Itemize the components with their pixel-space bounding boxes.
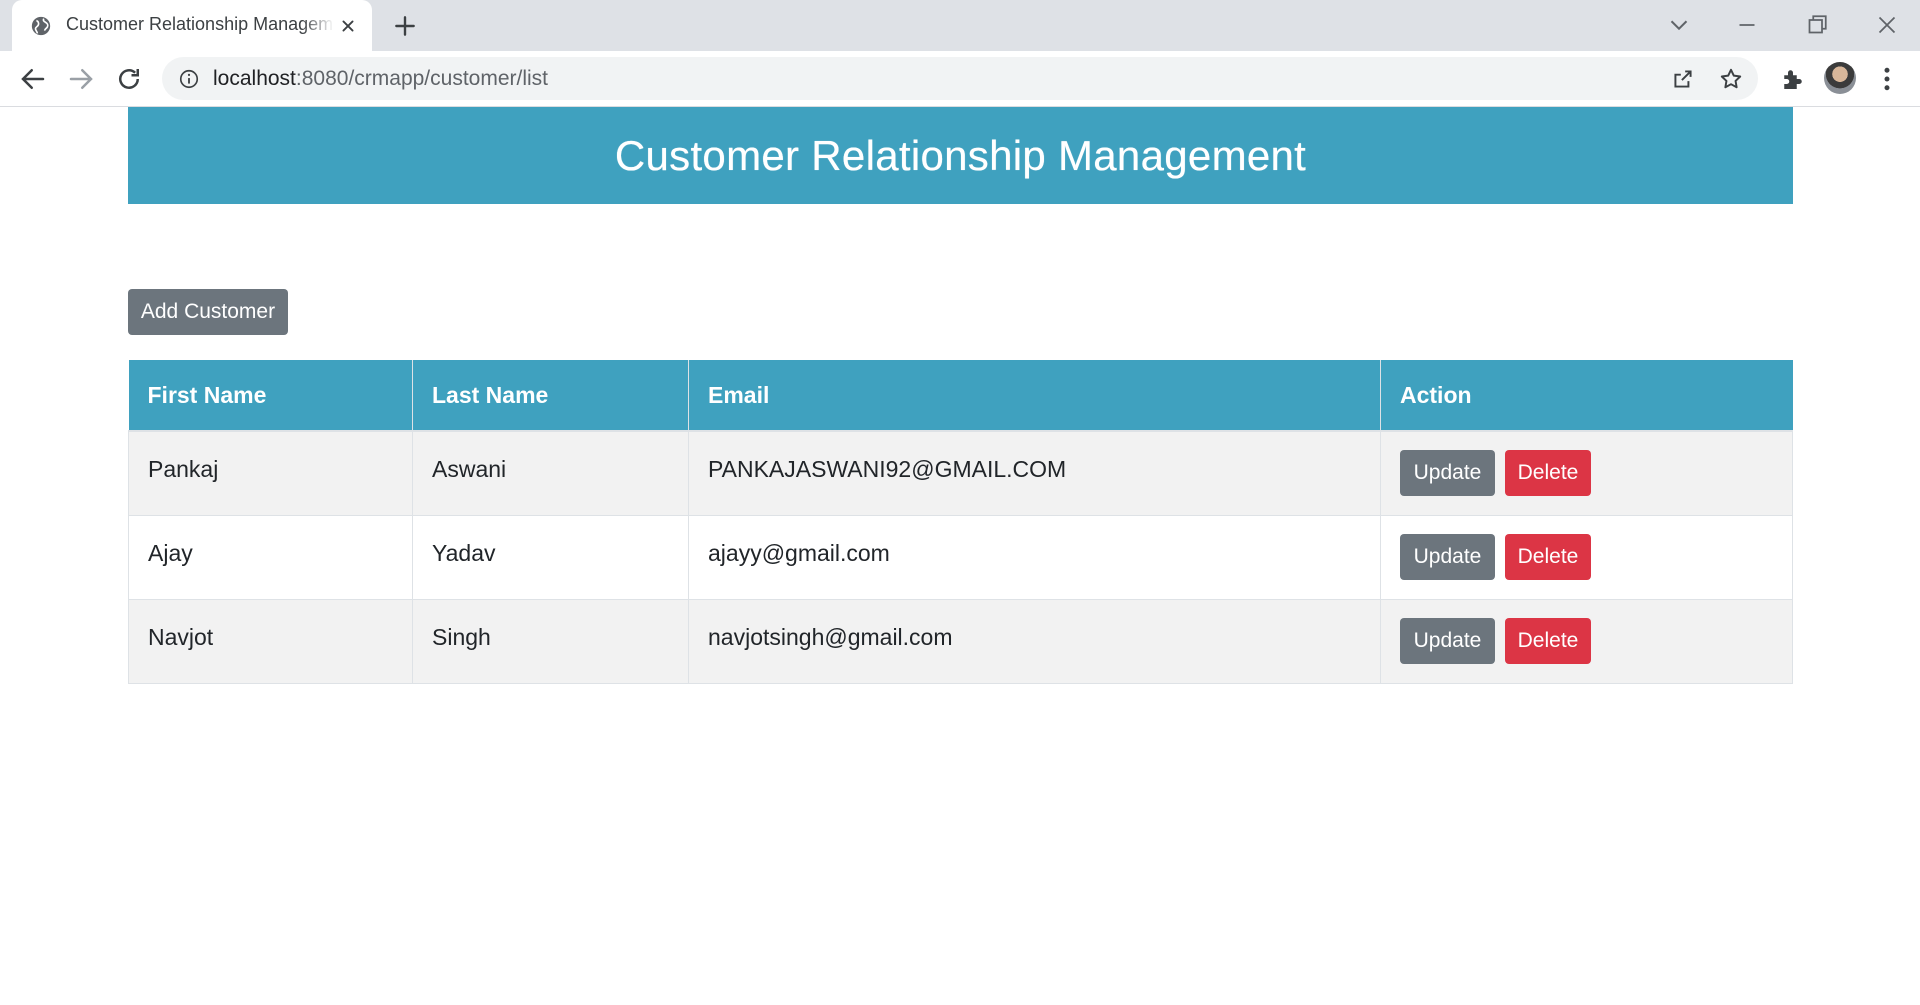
first-name-text: Ajay xyxy=(148,539,193,566)
bookmark-star-icon[interactable] xyxy=(1718,66,1744,92)
last-name-text: Aswani xyxy=(432,455,507,482)
url-path: :8080/crmapp/customer/list xyxy=(295,67,548,90)
email-text: navjotsingh@gmail.com xyxy=(708,623,953,650)
url-text[interactable]: localhost:8080/crmapp/customer/list xyxy=(213,67,548,91)
profile-avatar[interactable] xyxy=(1824,62,1856,94)
last-name-text: Yadav xyxy=(432,539,496,566)
column-header-last-name: Last Name xyxy=(412,360,689,432)
more-menu-icon[interactable] xyxy=(1872,64,1902,94)
customer-table: First Name Last Name Email Action Pankaj… xyxy=(128,360,1793,684)
globe-icon xyxy=(31,16,51,36)
email-cell: navjotsingh@gmail.com xyxy=(688,598,1381,684)
tab-title: Customer Relationship Management xyxy=(66,14,334,34)
last-name-cell: Yadav xyxy=(412,514,689,600)
table-header-row: First Name Last Name Email Action xyxy=(128,360,1793,432)
url-host: localhost xyxy=(213,67,296,90)
page-header: Customer Relationship Management xyxy=(128,107,1793,204)
first-name-cell: Ajay xyxy=(128,514,413,600)
close-window-icon[interactable] xyxy=(1872,10,1902,40)
add-customer-button[interactable]: Add Customer xyxy=(128,289,288,335)
close-tab-icon[interactable] xyxy=(337,15,359,37)
table-row: Ajay Yadav ajayy@gmail.com Update Delete xyxy=(128,514,1793,600)
back-arrow-icon[interactable] xyxy=(18,64,48,94)
restore-icon[interactable] xyxy=(1802,10,1832,40)
first-name-text: Pankaj xyxy=(148,455,219,482)
reload-icon[interactable] xyxy=(114,64,144,94)
column-header-action: Action xyxy=(1380,360,1793,432)
forward-arrow-icon[interactable] xyxy=(66,64,96,94)
first-name-cell: Pankaj xyxy=(128,430,413,516)
last-name-cell: Singh xyxy=(412,598,689,684)
column-header-email: Email xyxy=(688,360,1381,432)
update-button[interactable]: Update xyxy=(1400,618,1495,664)
email-text: ajayy@gmail.com xyxy=(708,539,890,566)
first-name-text: Navjot xyxy=(148,623,214,650)
update-button[interactable]: Update xyxy=(1400,450,1495,497)
last-name-cell: Aswani xyxy=(412,430,689,516)
table-row: Navjot Singh navjotsingh@gmail.com Updat… xyxy=(128,598,1793,684)
tab-search-chevron-icon[interactable] xyxy=(1664,10,1694,40)
browser-toolbar: localhost:8080/crmapp/customer/list xyxy=(0,51,1920,107)
email-cell: ajayy@gmail.com xyxy=(688,514,1381,600)
page-title: Customer Relationship Management xyxy=(614,131,1307,179)
delete-button[interactable]: Delete xyxy=(1505,618,1591,664)
info-icon[interactable] xyxy=(178,68,200,90)
last-name-text: Singh xyxy=(432,623,491,650)
action-cell: Update Delete xyxy=(1380,514,1793,600)
browser-tab[interactable]: Customer Relationship Management xyxy=(12,0,372,51)
delete-button[interactable]: Delete xyxy=(1505,534,1591,580)
first-name-cell: Navjot xyxy=(128,598,413,684)
action-cell: Update Delete xyxy=(1380,430,1793,516)
page-viewport: Customer Relationship Management Add Cus… xyxy=(0,107,1920,1005)
email-text: PANKAJASWANI92@GMAIL.COM xyxy=(708,455,1067,482)
action-cell: Update Delete xyxy=(1380,598,1793,684)
address-bar[interactable]: localhost:8080/crmapp/customer/list xyxy=(162,57,1758,100)
browser-tabstrip: Customer Relationship Management xyxy=(0,0,1920,51)
email-cell: PANKAJASWANI92@GMAIL.COM xyxy=(688,430,1381,516)
extensions-puzzle-icon[interactable] xyxy=(1778,64,1808,94)
column-header-first-name: First Name xyxy=(128,360,413,432)
minimize-icon[interactable] xyxy=(1732,10,1762,40)
update-button[interactable]: Update xyxy=(1400,534,1495,580)
new-tab-icon[interactable] xyxy=(392,13,418,39)
delete-button[interactable]: Delete xyxy=(1505,450,1591,497)
table-row: Pankaj Aswani PANKAJASWANI92@GMAIL.COM U… xyxy=(128,430,1793,516)
share-icon[interactable] xyxy=(1670,66,1696,92)
